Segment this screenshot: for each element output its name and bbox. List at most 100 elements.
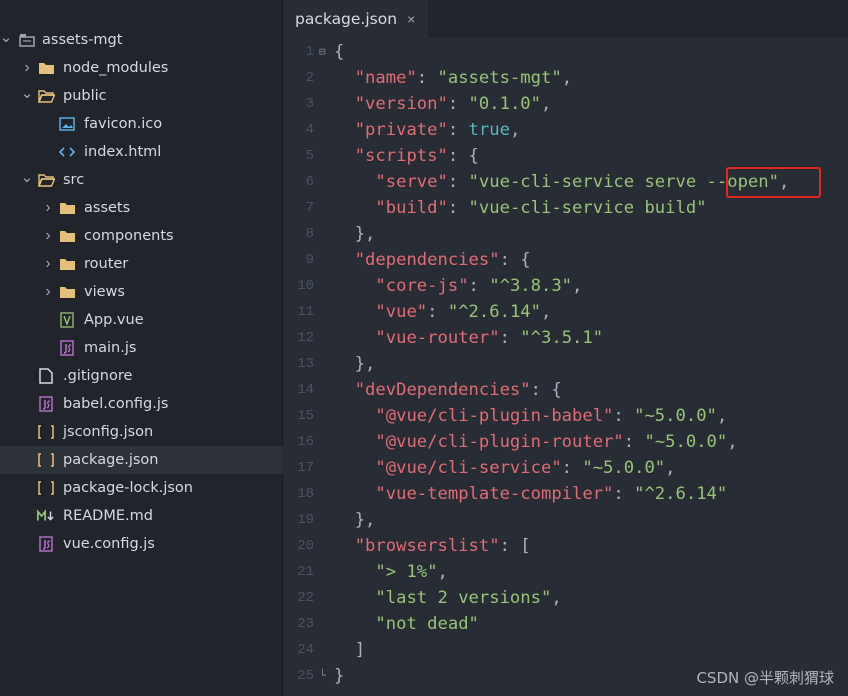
- code-line[interactable]: 19 },: [283, 507, 848, 533]
- sidebar-item-gitignore[interactable]: .gitignore: [0, 362, 283, 390]
- chevron-right-icon[interactable]: ›: [21, 54, 33, 82]
- sidebar-item-favicon-ico[interactable]: favicon.ico: [0, 110, 283, 138]
- code-editor[interactable]: 1 ⊟{2 "name": "assets-mgt", 3 "version": "…: [283, 38, 848, 696]
- line-number: 25: [297, 668, 314, 684]
- sidebar-item-src[interactable]: ⌄ src: [0, 166, 283, 194]
- sidebar-item-package-lock-json[interactable]: package-lock.json: [0, 474, 283, 502]
- sidebar-item-node-modules[interactable]: › node_modules: [0, 54, 283, 82]
- sidebar-item-label: index.html: [84, 144, 162, 160]
- chevron-down-icon[interactable]: ⌄: [0, 23, 12, 51]
- line-number: 4: [305, 122, 314, 138]
- sidebar-item-label: package.json: [63, 452, 159, 468]
- code-text: "@vue/cli-service": "~5.0.0",: [375, 458, 676, 478]
- sidebar-item-label: favicon.ico: [84, 116, 163, 132]
- project-root-icon: [18, 26, 36, 54]
- fold-toggle-icon[interactable]: └: [319, 669, 326, 682]
- sidebar-item-assets[interactable]: › assets: [0, 194, 283, 222]
- sidebar-item-main-js[interactable]: main.js: [0, 334, 283, 362]
- sidebar-item-views[interactable]: › views: [0, 278, 283, 306]
- folder-icon: [37, 54, 55, 82]
- folder-icon: [58, 222, 76, 250]
- code-text: ]: [334, 640, 366, 660]
- code-line[interactable]: 10 "core-js": "^3.8.3",: [283, 273, 848, 299]
- code-line[interactable]: 21 "> 1%",: [283, 559, 848, 585]
- chevron-down-icon[interactable]: ⌄: [21, 163, 34, 191]
- code-text: "vue": "^2.6.14",: [375, 302, 552, 322]
- js-file-icon: [58, 334, 76, 362]
- chevron-right-icon[interactable]: ›: [42, 194, 54, 222]
- close-icon[interactable]: ×: [407, 11, 415, 27]
- folder-icon: [58, 194, 76, 222]
- code-line[interactable]: 12 "vue-router": "^3.5.1": [283, 325, 848, 351]
- code-line[interactable]: 23 "not dead": [283, 611, 848, 637]
- line-number: 5: [305, 148, 314, 164]
- watermark: CSDN @半颗刺猬球: [696, 669, 834, 687]
- tab-package-json[interactable]: package.json ×: [283, 0, 428, 38]
- code-text: "last 2 versions",: [375, 588, 562, 608]
- chevron-down-icon[interactable]: ⌄: [21, 79, 34, 107]
- sidebar-item-label: src: [63, 172, 85, 188]
- sidebar-item-label: public: [63, 88, 107, 104]
- line-number: 11: [297, 304, 314, 320]
- sidebar-item-public[interactable]: ⌄ public: [0, 82, 283, 110]
- code-text: "dependencies": {: [354, 250, 531, 270]
- code-line[interactable]: 11 "vue": "^2.6.14",: [283, 299, 848, 325]
- sidebar-item-label: package-lock.json: [63, 480, 193, 496]
- folder-open-icon: [37, 166, 55, 194]
- code-line[interactable]: 18 "vue-template-compiler": "^2.6.14": [283, 481, 848, 507]
- code-line[interactable]: 17 "@vue/cli-service": "~5.0.0",: [283, 455, 848, 481]
- code-text: "scripts": {: [354, 146, 479, 166]
- code-line[interactable]: 14 "devDependencies": {: [283, 377, 848, 403]
- folder-icon: [58, 250, 76, 278]
- code-text: "browserslist": [: [354, 536, 531, 556]
- code-text: },: [334, 510, 376, 530]
- code-line[interactable]: 1 ⊟ {: [283, 39, 848, 65]
- code-line[interactable]: 7 "build": "vue-cli-service build": [283, 195, 848, 221]
- code-line[interactable]: 6 "serve": "vue-cli-service serve --open…: [283, 169, 848, 195]
- tab-bar: package.json ×: [283, 0, 848, 38]
- sidebar-item-label: assets-mgt: [42, 32, 123, 48]
- code-line[interactable]: 15 "@vue/cli-plugin-babel": "~5.0.0",: [283, 403, 848, 429]
- chevron-right-icon[interactable]: ›: [42, 222, 54, 250]
- sidebar-item-router[interactable]: › router: [0, 250, 283, 278]
- sidebar-item-components[interactable]: › components: [0, 222, 283, 250]
- sidebar-item-app-vue[interactable]: App.vue: [0, 306, 283, 334]
- code-line[interactable]: 8 },: [283, 221, 848, 247]
- image-file-icon: [58, 110, 76, 138]
- line-number: 18: [297, 486, 314, 502]
- code-text: "vue-template-compiler": "^2.6.14": [375, 484, 728, 504]
- chevron-right-icon[interactable]: ›: [42, 278, 54, 306]
- sidebar-item-index-html[interactable]: index.html: [0, 138, 283, 166]
- code-line[interactable]: 3 "version": "0.1.0",: [283, 91, 848, 117]
- plain-file-icon: [37, 362, 55, 390]
- file-explorer-sidebar: ⌄ assets-mgt › node_modules ⌄ public favicon.i…: [0, 0, 283, 696]
- line-number: 10: [297, 278, 314, 294]
- sidebar-item-label: vue.config.js: [63, 536, 155, 552]
- code-text: {: [334, 42, 345, 62]
- sidebar-item-vue-config-js[interactable]: vue.config.js: [0, 530, 283, 558]
- sidebar-item-babel-config-js[interactable]: babel.config.js: [0, 390, 283, 418]
- line-number: 17: [297, 460, 314, 476]
- code-text: }: [334, 666, 345, 686]
- json-file-icon: [37, 446, 55, 474]
- code-line[interactable]: 5 "scripts": {: [283, 143, 848, 169]
- sidebar-item-readme-md[interactable]: README.md: [0, 502, 283, 530]
- code-line[interactable]: 24 ]: [283, 637, 848, 663]
- sidebar-item-label: README.md: [63, 508, 153, 524]
- code-line[interactable]: 4 "private": true,: [283, 117, 848, 143]
- code-line[interactable]: 2 "name": "assets-mgt",: [283, 65, 848, 91]
- fold-toggle-icon[interactable]: ⊟: [319, 45, 326, 58]
- code-line[interactable]: 9 "dependencies": {: [283, 247, 848, 273]
- chevron-right-icon[interactable]: ›: [42, 250, 54, 278]
- code-line[interactable]: 22 "last 2 versions",: [283, 585, 848, 611]
- sidebar-item-package-json[interactable]: package.json: [0, 446, 283, 474]
- code-line[interactable]: 20 "browserslist": [: [283, 533, 848, 559]
- code-text: "private": true,: [354, 120, 521, 140]
- sidebar-item-jsconfig-json[interactable]: jsconfig.json: [0, 418, 283, 446]
- code-text: "name": "assets-mgt",: [354, 68, 573, 88]
- sidebar-item-assets-mgt[interactable]: ⌄ assets-mgt: [0, 26, 283, 54]
- code-text: "devDependencies": {: [354, 380, 562, 400]
- code-text: },: [334, 224, 376, 244]
- code-line[interactable]: 16 "@vue/cli-plugin-router": "~5.0.0",: [283, 429, 848, 455]
- code-line[interactable]: 13 },: [283, 351, 848, 377]
